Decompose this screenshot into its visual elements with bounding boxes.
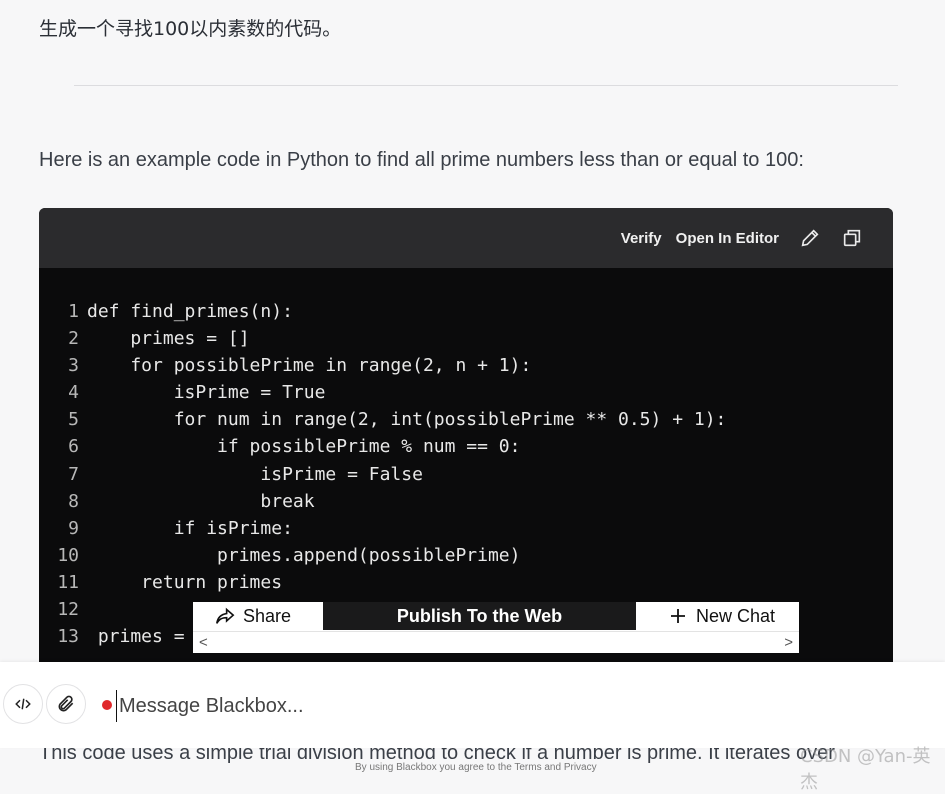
line-number: 6	[68, 436, 79, 458]
code-line: 6 if possiblePrime % num == 0:	[39, 433, 893, 460]
code-line: 10 primes.append(possiblePrime)	[39, 542, 893, 569]
copy-icon[interactable]	[841, 227, 863, 249]
code-content: 1 def find_primes(n): 2 primes = [] 3 for p…	[39, 298, 893, 650]
code-text: if possiblePrime % num == 0:	[87, 436, 521, 458]
share-button[interactable]: Share	[193, 602, 313, 630]
user-message: 生成一个寻找100以内素数的代码。	[39, 18, 342, 40]
code-icon	[15, 698, 31, 710]
share-icon	[215, 607, 235, 624]
line-number: 3	[68, 355, 79, 377]
line-number: 11	[57, 571, 79, 593]
line-number: 13	[57, 626, 79, 648]
line-number: 12	[57, 599, 79, 621]
code-line: 2 primes = []	[39, 325, 893, 352]
terms-notice: By using Blackbox you agree to the Terms…	[355, 762, 597, 773]
code-line: 3 for possiblePrime in range(2, n + 1):	[39, 352, 893, 379]
code-line: 8 break	[39, 488, 893, 515]
code-text: if isPrime:	[87, 517, 293, 539]
assistant-intro-text: Here is an example code in Python to fin…	[39, 149, 804, 171]
code-text: for num in range(2, int(possiblePrime **…	[87, 409, 727, 431]
code-header: Verify Open In Editor	[39, 208, 893, 268]
watermark: CSDN @Yan-英杰	[800, 746, 931, 793]
code-line: 1 def find_primes(n):	[39, 298, 893, 325]
line-number: 8	[68, 490, 79, 512]
code-line: 9 if isPrime:	[39, 515, 893, 542]
pencil-icon[interactable]	[799, 227, 821, 249]
code-text: primes =	[87, 626, 196, 648]
code-text: break	[87, 490, 315, 512]
recording-indicator	[102, 700, 112, 710]
plus-icon	[670, 609, 685, 623]
new-chat-button[interactable]: New Chat	[646, 602, 799, 630]
code-line: 11 return primes	[39, 569, 893, 596]
scroll-left-arrow[interactable]: <	[199, 634, 208, 651]
line-number: 7	[68, 463, 79, 485]
code-text: def find_primes(n):	[87, 301, 293, 322]
line-number: 4	[68, 382, 79, 404]
line-number: 9	[68, 517, 79, 539]
divider	[74, 85, 898, 86]
code-line: 5 for num in range(2, int(possiblePrime …	[39, 406, 893, 433]
publish-to-web-button[interactable]: Publish To the Web	[323, 602, 636, 630]
message-input[interactable]	[116, 690, 821, 722]
share-label: Share	[242, 605, 292, 626]
code-text: isPrime = True	[87, 382, 326, 404]
code-mode-button[interactable]	[3, 684, 43, 724]
paperclip-icon	[58, 695, 74, 712]
scroll-right-arrow[interactable]: >	[784, 634, 793, 651]
line-number: 10	[57, 544, 79, 566]
new-chat-label: New Chat	[695, 605, 776, 626]
attach-button[interactable]	[46, 684, 86, 724]
floating-action-bar: Share Publish To the Web New Chat < >	[193, 602, 799, 653]
code-text: primes.append(possiblePrime)	[87, 544, 521, 566]
code-text: for possiblePrime in range(2, n + 1):	[87, 355, 532, 377]
open-in-editor-button[interactable]: Open In Editor	[676, 230, 779, 247]
code-text: isPrime = False	[87, 463, 423, 485]
code-text: primes = []	[87, 328, 250, 350]
code-line: 7 isPrime = False	[39, 461, 893, 488]
line-number: 2	[68, 328, 79, 350]
code-line: 4 isPrime = True	[39, 379, 893, 406]
code-text: return primes	[87, 571, 283, 593]
line-number: 1	[68, 301, 79, 322]
line-number: 5	[68, 409, 79, 431]
message-composer	[0, 662, 945, 748]
verify-button[interactable]: Verify	[621, 230, 662, 247]
horizontal-scrollbar[interactable]: < >	[193, 631, 799, 653]
